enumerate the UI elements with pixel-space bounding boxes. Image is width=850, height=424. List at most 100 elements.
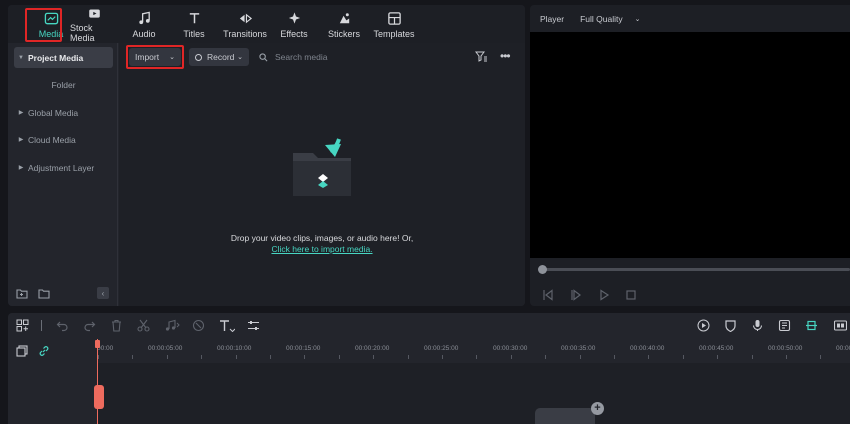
tab-templates-label: Templates [373,29,415,39]
render-preview-icon[interactable] [697,319,710,332]
sidebar-item-label: Folder [51,79,76,90]
media-action-bar: Import ⌄ Record ⌄ Search media ••• [119,43,525,70]
record-button[interactable]: Record ⌄ [189,48,249,66]
ruler-tick [167,355,168,359]
sidebar-item-project-media[interactable]: ▼ Project Media [14,47,113,68]
timecode-label: 00:00:15:00 [286,345,321,352]
ruler-tick [545,355,546,359]
link-icon[interactable] [38,345,50,357]
top-toolbar: Media Stock Media Audio Titles Transitio… [8,5,525,43]
player-label: Player [540,13,565,24]
timeline-toolbar [8,313,850,339]
timeline-track-area[interactable] [98,363,850,424]
ruler-tick [236,355,237,359]
tab-titles[interactable]: Titles [174,7,214,43]
previous-frame-icon[interactable] [542,289,554,301]
playhead-handle[interactable] [94,385,104,409]
sidebar-item-label: Global Media [28,107,79,118]
undo-icon[interactable] [56,319,69,332]
scissors-icon[interactable] [137,319,150,332]
text-tool-icon[interactable] [219,319,235,332]
toolbar-divider [41,320,42,331]
timecode-label: 00:00:35:00 [561,345,596,352]
tab-transitions[interactable]: Transitions [222,7,268,43]
effects-icon [288,12,300,24]
import-media-link[interactable]: Click here to import media. [119,244,525,255]
filter-icon[interactable] [475,51,488,62]
audio-icon [138,11,150,25]
record-label: Record [207,52,235,62]
next-frame-icon[interactable] [570,289,582,301]
tab-stickers[interactable]: Stickers [324,7,364,43]
tab-stock-media[interactable]: Stock Media [70,7,118,43]
caret-right-icon: ▶ [18,110,24,116]
ruler-tick [201,355,202,359]
redo-icon[interactable] [83,319,96,332]
timeline-ruler[interactable]: 00:00 00:00:05:00 00:00:10:00 00:00:15:00 00… [97,339,850,363]
player-preview [530,32,850,258]
scrubber-knob[interactable] [538,265,547,274]
folder-icon[interactable] [38,288,50,299]
player-header: Player Full Quality ⌄ [530,5,850,32]
snap-magnet-icon[interactable] [805,319,818,332]
audio-edit-icon[interactable] [164,319,180,332]
ruler-tick [442,355,443,359]
media-sidebar: ▼ Project Media Folder ▶ Global Media ▶ … [8,43,118,306]
ruler-tick [408,355,409,359]
ruler-tick [373,355,374,359]
more-options-icon[interactable]: ••• [500,49,511,63]
sidebar-item-label: Cloud Media [28,134,76,145]
sidebar-item-folder[interactable]: Folder [14,74,113,95]
stop-icon[interactable] [625,289,637,301]
audio-mixer-icon[interactable] [778,319,791,332]
media-tab-highlight [25,8,62,42]
microphone-icon[interactable] [751,319,764,332]
caret-right-icon: ▶ [18,165,24,171]
shield-icon[interactable] [724,319,737,332]
ruler-tick [820,355,821,359]
transitions-icon [239,13,252,24]
quality-select[interactable]: Full Quality ⌄ [580,14,640,24]
add-track-icon[interactable] [16,345,28,357]
ruler-tick [132,355,133,359]
tab-audio-label: Audio [132,29,156,39]
timecode-label: 00:00:25:00 [424,345,459,352]
search-box[interactable]: Search media [259,48,327,66]
adjust-sliders-icon[interactable] [247,319,260,332]
tab-effects-label: Effects [280,29,308,39]
collapse-sidebar-button[interactable]: ‹ [97,287,109,299]
sidebar-item-adjustment-layer[interactable]: ▶ Adjustment Layer [14,157,113,178]
import-folder-illustration [293,138,351,196]
playhead-line[interactable] [97,339,98,424]
tab-effects[interactable]: Effects [274,7,314,43]
import-highlight [126,45,184,69]
tab-transitions-label: Transitions [223,29,267,39]
tab-stock-media-label: Stock Media [70,23,95,43]
tab-audio[interactable]: Audio [124,7,164,43]
quality-value: Full Quality [580,13,623,24]
drop-hint: Drop your video clips, images, or audio … [119,233,525,255]
timeline-panel: 00:00 00:00:05:00 00:00:10:00 00:00:15:00 00… [8,313,850,424]
speed-icon[interactable] [192,319,205,332]
playback-scrubber[interactable] [538,265,850,274]
timecode-label: 00:00 [836,345,850,352]
sidebar-item-cloud-media[interactable]: ▶ Cloud Media [14,129,113,150]
playhead-marker[interactable] [95,340,100,348]
new-folder-icon[interactable] [16,288,28,299]
add-clip-plus-icon[interactable]: + [591,402,604,415]
play-icon[interactable] [598,289,610,301]
drop-clip-placeholder[interactable] [535,408,595,424]
picture-in-picture-icon[interactable] [834,319,847,332]
layout-grid-icon[interactable] [16,319,29,332]
sidebar-item-label: Project Media [28,52,84,63]
tab-templates[interactable]: Templates [372,7,416,43]
record-icon [195,53,202,61]
player-panel: Player Full Quality ⌄ [530,5,850,306]
timecode-label: 00:00:50:00 [768,345,803,352]
sidebar-item-global-media[interactable]: ▶ Global Media [14,102,113,123]
media-content: Import ⌄ Record ⌄ Search media ••• Drop … [119,43,525,306]
timecode-label: 00:00:45:00 [699,345,734,352]
delete-icon[interactable] [110,319,123,332]
ruler-tick [752,355,753,359]
search-input[interactable]: Search media [275,52,327,62]
